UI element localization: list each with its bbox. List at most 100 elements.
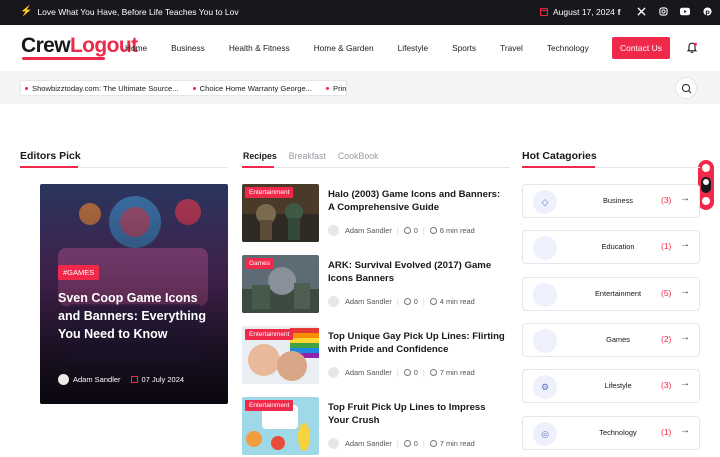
publish-date: 07 July 2024 bbox=[141, 375, 185, 384]
category-badge[interactable]: Entertainment bbox=[245, 329, 294, 340]
article-title[interactable]: ARK: Survival Evolved (2017) Game Icons … bbox=[328, 260, 508, 286]
category-item-lifestyle[interactable]: ⚙ Lifestyle (3) → bbox=[522, 369, 700, 403]
ticker-item[interactable]: Choice Home Warranty George... bbox=[192, 84, 312, 93]
moon-icon[interactable] bbox=[702, 197, 710, 205]
meta-divider: | bbox=[422, 439, 425, 448]
contact-button[interactable]: Contact Us bbox=[612, 37, 670, 59]
tab-breakfast[interactable]: Breakfast bbox=[289, 151, 326, 161]
category-item-education[interactable]: Education (1) → bbox=[522, 230, 700, 264]
category-badge[interactable]: Games bbox=[245, 258, 274, 269]
category-icon bbox=[533, 329, 557, 353]
clock-icon bbox=[429, 369, 437, 376]
list-item[interactable]: Entertainment Top Fruit Pick Up Lines to… bbox=[242, 397, 510, 457]
author-name[interactable]: Adam Sandler bbox=[345, 297, 392, 306]
comment-count: 0 bbox=[413, 226, 418, 235]
arrow-right-icon: → bbox=[680, 332, 690, 343]
tab-cookbook[interactable]: CookBook bbox=[338, 151, 379, 161]
article-thumbnail[interactable]: Games bbox=[242, 255, 319, 313]
bullet-icon bbox=[25, 86, 28, 90]
read-time: 6 min read bbox=[439, 226, 475, 235]
clock-icon bbox=[429, 298, 437, 305]
nav-home[interactable]: Home bbox=[125, 43, 147, 53]
author-name[interactable]: Adam Sandler bbox=[345, 439, 392, 448]
featured-article-meta: Adam Sandler 07 July 2024 bbox=[58, 374, 184, 385]
read-time: 7 min read bbox=[439, 368, 475, 377]
search-icon bbox=[681, 83, 692, 94]
top-bar: ⚡ Love What You Have, Before Life Teache… bbox=[0, 0, 720, 25]
facebook-icon[interactable]: f bbox=[614, 6, 624, 17]
featured-article-card[interactable]: #GAMES Sven Coop Game Icons and Banners:… bbox=[40, 184, 228, 404]
nav-health-fitness[interactable]: Health & Fitness bbox=[229, 43, 290, 53]
category-item-technology[interactable]: ◎ Technology (1) → bbox=[522, 416, 700, 450]
search-button[interactable] bbox=[675, 77, 697, 99]
arrow-right-icon: → bbox=[680, 239, 690, 250]
avatar bbox=[328, 225, 339, 236]
pinterest-icon[interactable]: p bbox=[702, 6, 712, 17]
article-title[interactable]: Halo (2003) Game Icons and Banners: A Co… bbox=[328, 189, 508, 215]
article-thumbnail[interactable]: Entertainment bbox=[242, 184, 319, 242]
editors-pick-heading: Editors Pick bbox=[20, 150, 81, 162]
featured-article-title[interactable]: Sven Coop Game Icons and Banners: Everyt… bbox=[58, 289, 218, 343]
nav-technology[interactable]: Technology bbox=[547, 43, 589, 53]
article-thumbnail[interactable]: Entertainment bbox=[242, 397, 319, 455]
article-meta: Adam Sandler | 0 | 7 min read bbox=[328, 438, 475, 449]
meta-divider: | bbox=[396, 226, 399, 235]
nav-home-garden[interactable]: Home & Garden bbox=[314, 43, 374, 53]
main-nav: Home Business Health & Fitness Home & Ga… bbox=[125, 43, 613, 53]
author-name[interactable]: Adam Sandler bbox=[73, 375, 121, 384]
category-item-entertainment[interactable]: Entertainment (5) → bbox=[522, 277, 700, 311]
category-count: (5) bbox=[661, 288, 672, 298]
category-name: Lifestyle bbox=[604, 381, 632, 390]
nav-travel[interactable]: Travel bbox=[500, 43, 523, 53]
category-name: Games bbox=[606, 335, 630, 344]
nav-sports[interactable]: Sports bbox=[452, 43, 476, 53]
nav-business[interactable]: Business bbox=[171, 43, 205, 53]
category-badge[interactable]: Entertainment bbox=[245, 400, 294, 411]
twitter-icon[interactable] bbox=[636, 6, 646, 17]
section-accent bbox=[242, 166, 274, 168]
lifestyle-icon: ⚙ bbox=[533, 375, 557, 399]
site-logo[interactable]: CrewLogout bbox=[21, 34, 138, 58]
youtube-icon[interactable] bbox=[680, 6, 690, 17]
clock-icon bbox=[429, 227, 437, 234]
meta-divider: | bbox=[422, 226, 425, 235]
lightning-icon: ⚡ bbox=[20, 6, 33, 17]
instagram-icon[interactable] bbox=[658, 6, 668, 17]
list-item[interactable]: Entertainment Halo (2003) Game Icons and… bbox=[242, 184, 510, 244]
nav-lifestyle[interactable]: Lifestyle bbox=[398, 43, 428, 53]
settings-icon[interactable] bbox=[702, 164, 710, 172]
list-item[interactable]: Games ARK: Survival Evolved (2017) Game … bbox=[242, 255, 510, 315]
category-item-games[interactable]: Games (2) → bbox=[522, 323, 700, 357]
comment-count: 0 bbox=[413, 439, 418, 448]
comment-icon bbox=[403, 227, 411, 234]
bell-icon[interactable] bbox=[686, 41, 698, 53]
category-badge[interactable]: Entertainment bbox=[245, 187, 294, 198]
svg-text:p: p bbox=[705, 9, 710, 16]
list-item[interactable]: Entertainment Top Unique Gay Pick Up Lin… bbox=[242, 326, 510, 386]
category-icon bbox=[533, 283, 557, 307]
theme-switcher[interactable] bbox=[698, 160, 714, 210]
meta-divider: | bbox=[396, 439, 399, 448]
tagline: ⚡ Love What You Have, Before Life Teache… bbox=[20, 6, 239, 18]
meta-divider: | bbox=[422, 368, 425, 377]
author-name[interactable]: Adam Sandler bbox=[345, 368, 392, 377]
category-count: (3) bbox=[661, 195, 672, 205]
article-title[interactable]: Top Unique Gay Pick Up Lines: Flirting w… bbox=[328, 331, 508, 357]
category-badge[interactable]: #GAMES bbox=[58, 265, 100, 280]
ticker-item[interactable]: Showbizztoday.com: The Ultimate Source..… bbox=[25, 84, 179, 93]
ticker-item[interactable]: Prince Narula bbox=[326, 84, 346, 93]
logo-underline bbox=[22, 57, 105, 60]
comment-icon bbox=[403, 298, 411, 305]
category-item-business[interactable]: ◇ Business (3) → bbox=[522, 184, 700, 218]
article-title[interactable]: Top Fruit Pick Up Lines to Impress Your … bbox=[328, 402, 508, 428]
section-accent bbox=[20, 166, 78, 168]
category-count: (3) bbox=[661, 380, 672, 390]
article-thumbnail[interactable]: Entertainment bbox=[242, 326, 319, 384]
tab-recipes[interactable]: Recipes bbox=[243, 151, 277, 161]
bullet-icon bbox=[326, 86, 330, 90]
comment-count: 0 bbox=[413, 297, 418, 306]
author-name[interactable]: Adam Sandler bbox=[345, 226, 392, 235]
category-count: (1) bbox=[661, 427, 672, 437]
social-links: f p bbox=[614, 6, 712, 17]
dark-mode-toggle[interactable] bbox=[701, 177, 711, 193]
